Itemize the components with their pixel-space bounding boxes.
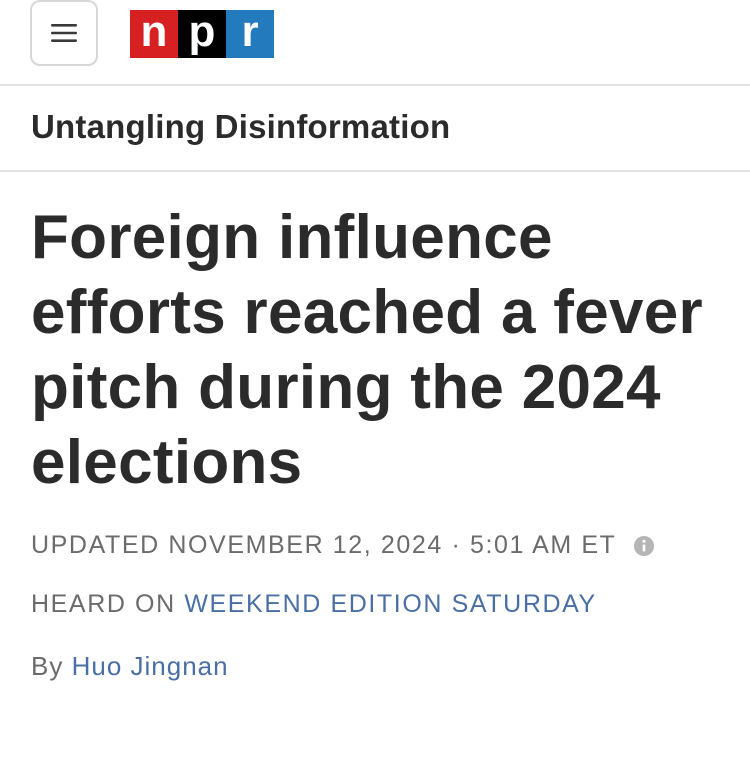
npr-logo[interactable]: n p r	[130, 10, 274, 58]
heard-on-line: HEARD ON WEEKEND EDITION SATURDAY	[31, 590, 597, 619]
section-bar: Untangling Disinformation	[0, 86, 750, 172]
article-date: NOVEMBER 12, 2024	[168, 531, 443, 559]
article-dateline: UPDATED NOVEMBER 12, 2024 · 5:01 AM ET	[31, 531, 655, 560]
site-header: n p r	[0, 0, 750, 86]
section-link[interactable]: Untangling Disinformation	[31, 108, 450, 146]
article-time: 5:01 AM ET	[469, 531, 617, 559]
byline-prefix: By	[31, 651, 64, 681]
logo-letter-r: r	[226, 10, 274, 58]
info-icon[interactable]	[633, 535, 655, 557]
dateline-separator: ·	[451, 531, 462, 559]
author-link[interactable]: Huo Jingnan	[72, 651, 229, 681]
logo-letter-n: n	[130, 10, 178, 58]
menu-button[interactable]	[30, 0, 98, 66]
updated-label: UPDATED	[31, 531, 160, 559]
heard-on-label: HEARD ON	[31, 590, 176, 618]
hamburger-menu-icon	[51, 24, 77, 42]
byline: By Huo Jingnan	[31, 651, 229, 682]
article-headline: Foreign influence efforts reached a feve…	[31, 203, 703, 497]
show-link[interactable]: WEEKEND EDITION SATURDAY	[184, 590, 597, 618]
logo-letter-p: p	[178, 10, 226, 58]
